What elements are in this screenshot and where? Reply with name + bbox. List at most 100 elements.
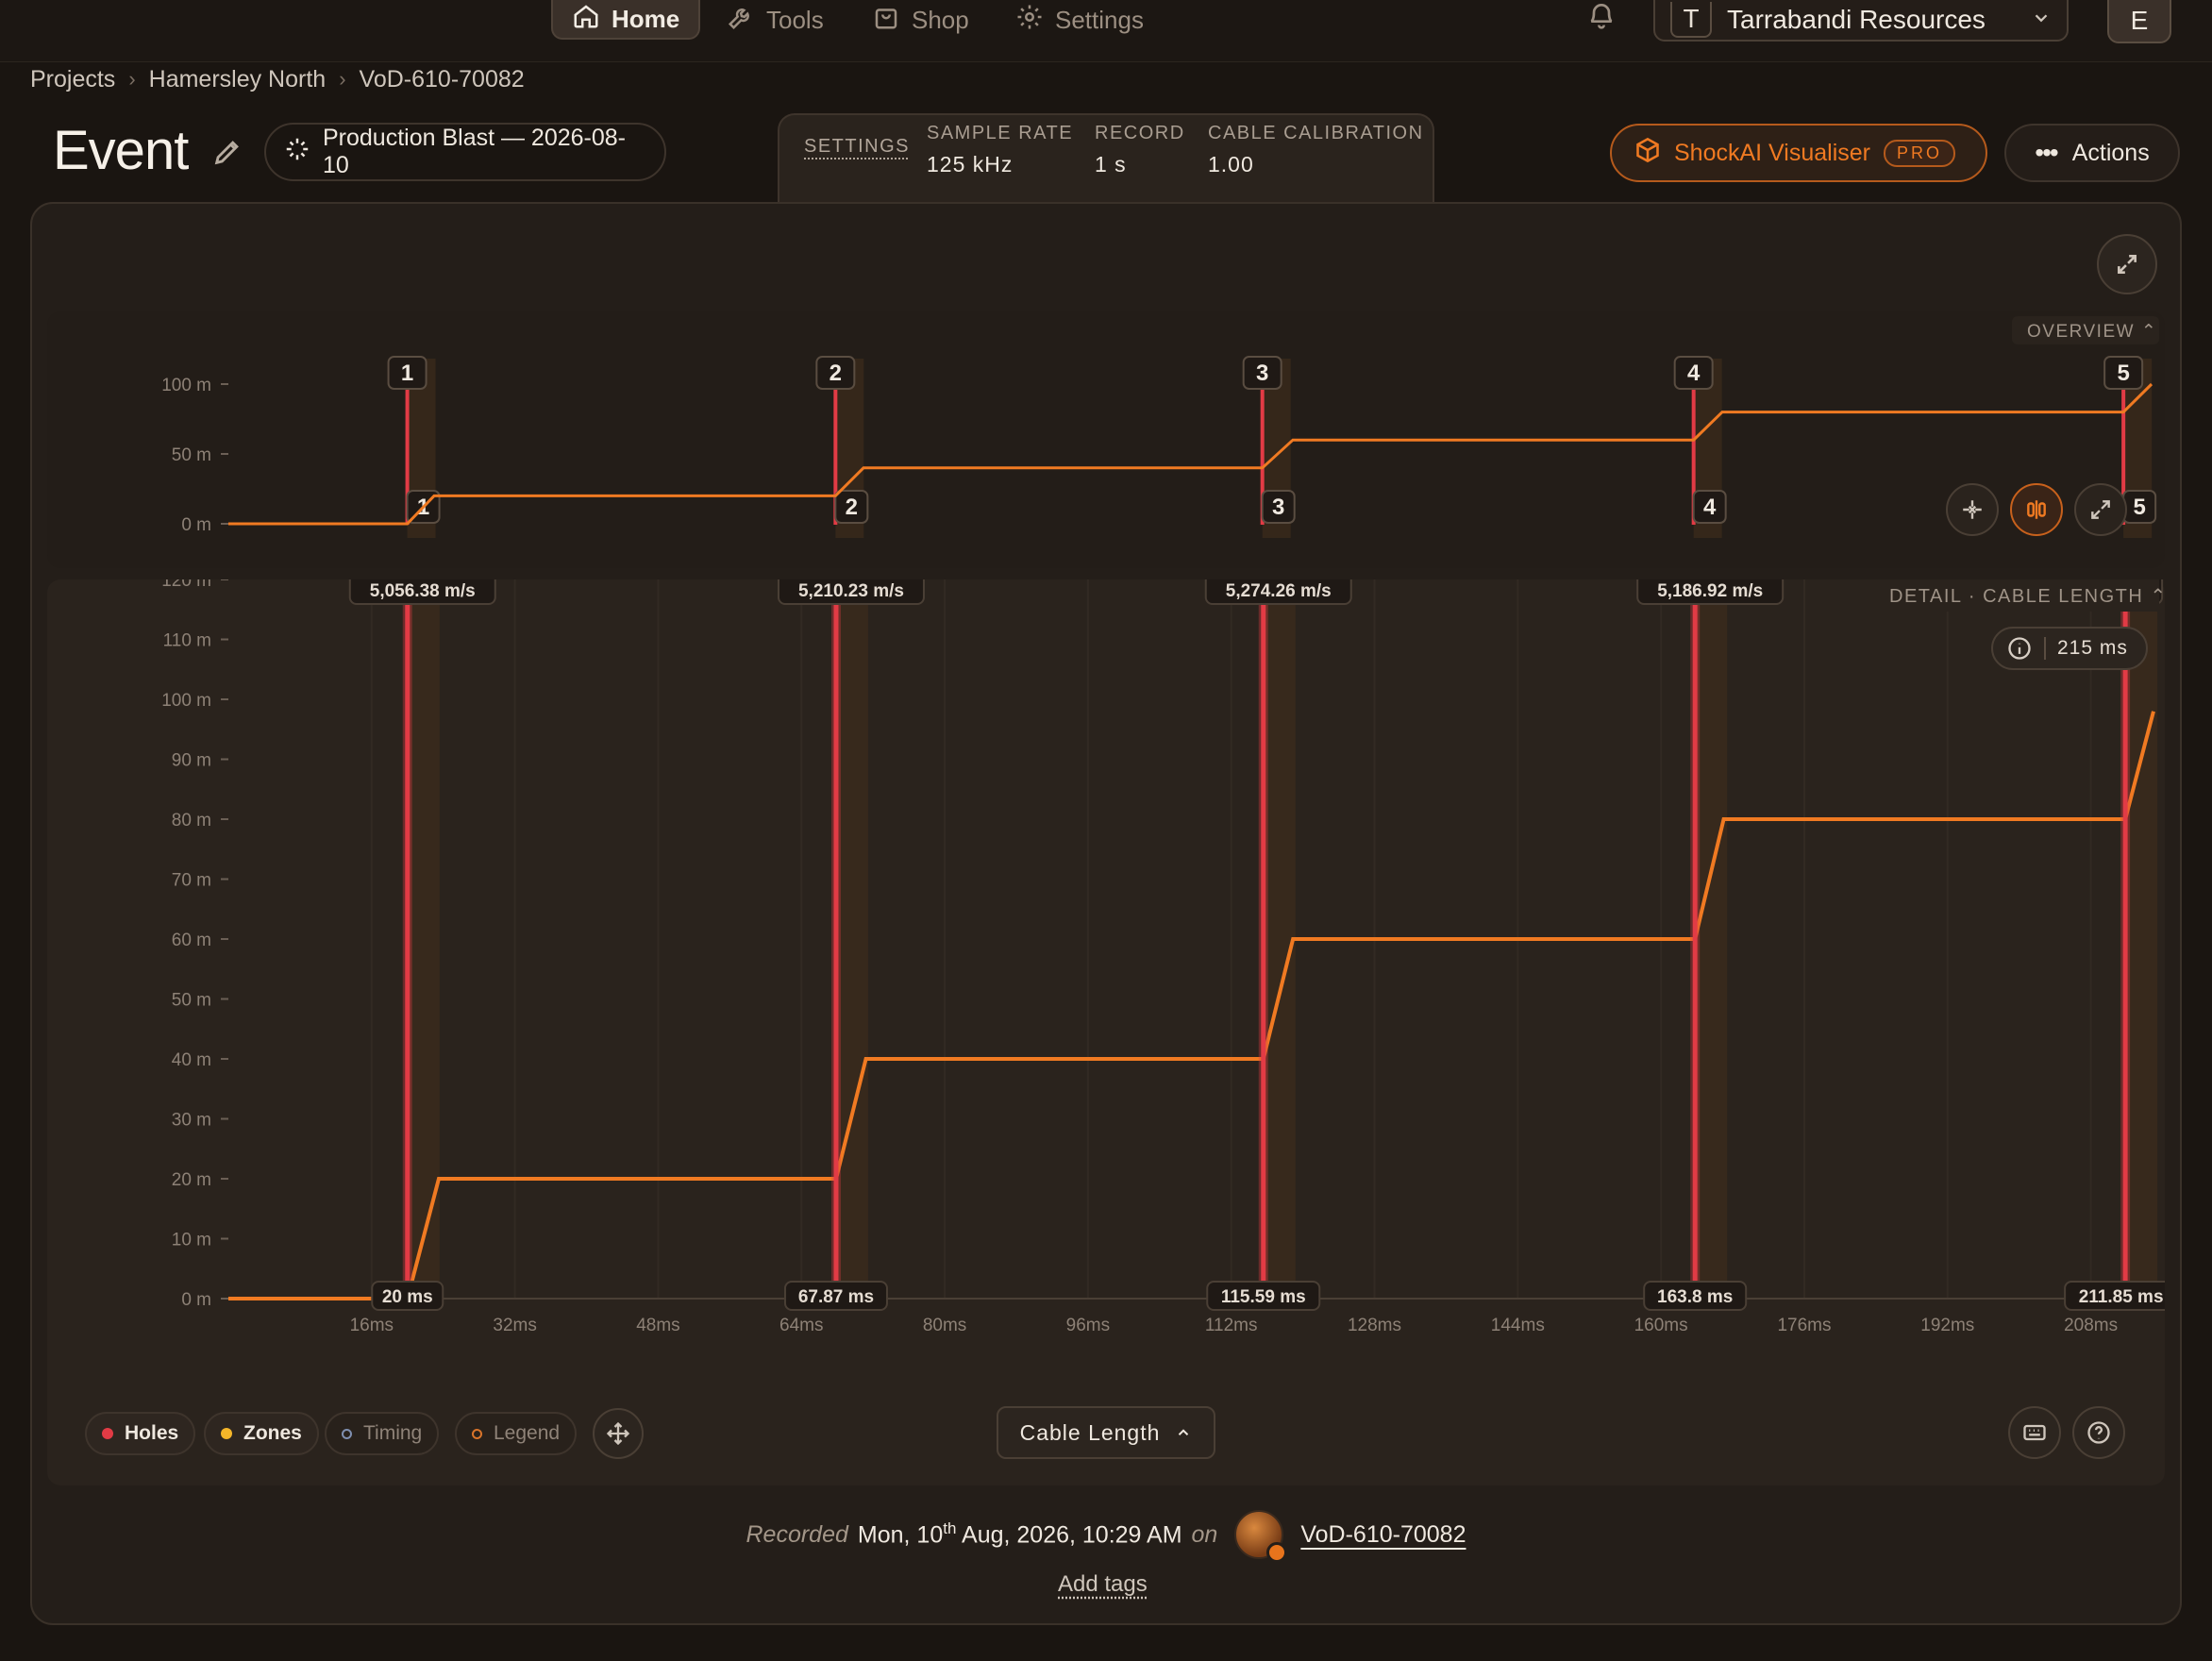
help-circle-icon (2087, 1421, 2110, 1444)
holes-dot (102, 1428, 113, 1439)
notifications-bell-icon[interactable] (1586, 0, 1617, 30)
shopping-bag-icon (872, 3, 900, 38)
x-tick-label: 144ms (1491, 1316, 1545, 1335)
recorded-info: Recorded Mon, 10th Aug, 2026, 10:29 AM o… (0, 1508, 2212, 1563)
shockai-label: ShockAI Visualiser (1674, 139, 1870, 166)
y-tick-label: 80 m (172, 811, 211, 830)
nav-settings-label: Settings (1055, 5, 1144, 34)
legend-label: Legend (494, 1422, 561, 1444)
hole-top-label: 5 (2117, 361, 2129, 386)
y-tick-label: 50 m (172, 991, 211, 1011)
legend-zones-toggle[interactable]: Zones (204, 1412, 319, 1455)
y-tick-label: 100 m (161, 376, 211, 395)
settings-panel[interactable]: SETTINGS SAMPLE RATE 125 kHz RECORD 1 s … (778, 113, 1434, 204)
legend-holes-toggle[interactable]: Holes (85, 1412, 196, 1455)
org-name: Tarrabandi Resources (1727, 5, 1986, 34)
setting-sample-rate: SAMPLE RATE 125 kHz (927, 123, 1073, 177)
hole-time-label: 163.8 ms (1657, 1287, 1733, 1307)
setting-value: 125 kHz (927, 152, 1014, 176)
settings-label[interactable]: SETTINGS (804, 136, 910, 158)
setting-cable-calibration: CABLE CALIBRATION 1.00 (1208, 123, 1424, 177)
sparkle-icon (283, 135, 311, 170)
user-avatar[interactable]: E (2107, 0, 2171, 43)
event-type-selector[interactable]: Production Blast — 2026-08-10 (264, 123, 666, 181)
pencil-icon[interactable] (211, 136, 243, 168)
setting-key: CABLE CALIBRATION (1208, 123, 1424, 143)
expand-icon (2091, 500, 2110, 519)
expand-overview-button[interactable] (2074, 483, 2127, 536)
y-tick-label: 10 m (172, 1231, 211, 1250)
on-label: on (1191, 1520, 1218, 1548)
hole-top-label: 2 (830, 361, 842, 386)
overview-label: OVERVIEW ⌃ (2027, 322, 2157, 342)
hole-time-label: 211.85 ms (2079, 1287, 2164, 1307)
velocity-label: 5,186.92 m/s (1657, 581, 1763, 601)
home-icon (572, 2, 600, 37)
y-tick-label: 50 m (172, 445, 211, 465)
x-tick-label: 96ms (1066, 1316, 1110, 1335)
velocity-label: 5,274.26 m/s (1226, 581, 1332, 601)
legend-dot (472, 1428, 482, 1439)
hole-time-label: 20 ms (382, 1287, 433, 1307)
timing-window-chip[interactable]: 215 ms (1991, 627, 2148, 670)
fullscreen-button[interactable] (2097, 234, 2157, 294)
recorded-label: Recorded (746, 1520, 848, 1548)
add-tags-link[interactable]: Add tags (1058, 1571, 1148, 1598)
device-link[interactable]: VoD-610-70082 (1300, 1521, 1466, 1549)
overview-chart[interactable]: OVERVIEW ⌃0 m50 m100 m 1122334455 (47, 311, 2165, 568)
detail-chart[interactable]: 16ms 32ms 48ms 64ms 80ms 96ms 112ms 128ms 144ms 1… (47, 571, 2179, 1485)
setting-value: 1 s (1095, 152, 1127, 176)
legend-label: Holes (125, 1422, 179, 1444)
chevron-right-icon: › (128, 67, 136, 91)
nav-settings[interactable]: Settings (1015, 0, 1144, 40)
more-dots-icon: ••• (2035, 138, 2058, 167)
x-tick-label: 32ms (493, 1316, 536, 1335)
y-tick-label: 120 m (161, 579, 211, 591)
zone-band (835, 598, 868, 1299)
breadcrumb-project[interactable]: Hamersley North (149, 66, 327, 93)
actions-label: Actions (2071, 139, 2150, 166)
nav-home-label: Home (612, 4, 680, 33)
shockai-visualiser-button[interactable]: ShockAI Visualiser PRO (1610, 124, 1987, 182)
y-tick-label: 100 m (161, 691, 211, 711)
x-tick-label: 16ms (350, 1316, 394, 1335)
nav-home[interactable]: Home (551, 0, 701, 40)
legend-legend-toggle[interactable]: Legend (455, 1412, 578, 1455)
split-columns-icon (2027, 500, 2046, 519)
x-tick-label: 112ms (1205, 1316, 1258, 1335)
x-tick-label: 64ms (779, 1316, 823, 1335)
info-icon (2008, 637, 2031, 660)
breadcrumb-event[interactable]: VoD-610-70082 (360, 66, 525, 93)
organization-switcher[interactable]: T Tarrabandi Resources (1653, 0, 2069, 42)
nav-shop[interactable]: Shop (872, 0, 969, 40)
keyboard-shortcuts-button[interactable] (2008, 1406, 2061, 1459)
detail-label: DETAIL · CABLE LENGTH ⌃ (1889, 586, 2165, 607)
actions-button[interactable]: ••• Actions (2004, 124, 2180, 182)
org-avatar: T (1670, 2, 1712, 38)
keyboard-icon (2023, 1424, 2046, 1441)
x-tick-label: 160ms (1634, 1316, 1688, 1335)
metric-selector[interactable]: Cable Length (997, 1406, 1215, 1459)
y-tick-label: 70 m (172, 871, 211, 891)
zone-band (2125, 598, 2158, 1299)
y-tick-label: 90 m (172, 751, 211, 771)
recorded-date: Mon, 10th Aug, 2026, 10:29 AM (857, 1519, 1182, 1549)
event-type-label: Production Blast — 2026-08-10 (323, 125, 627, 178)
split-view-toggle[interactable] (2010, 483, 2063, 536)
zones-dot (221, 1428, 232, 1439)
help-button[interactable] (2072, 1406, 2125, 1459)
recenter-button[interactable] (593, 1408, 644, 1459)
nav-tools[interactable]: Tools (727, 0, 824, 40)
legend-timing-toggle[interactable]: Timing (325, 1412, 440, 1455)
legend-label: Timing (363, 1422, 423, 1444)
cube-icon (1634, 137, 1661, 170)
cable-length-line (228, 711, 2155, 1300)
x-tick-label: 128ms (1348, 1316, 1401, 1335)
breadcrumb-projects[interactable]: Projects (30, 66, 115, 93)
reset-zoom-button[interactable] (1946, 483, 1999, 536)
x-tick-label: 80ms (923, 1316, 966, 1335)
y-tick-label: 20 m (172, 1170, 211, 1190)
x-tick-label: 192ms (1920, 1316, 1974, 1335)
x-tick-label: 176ms (1777, 1316, 1831, 1335)
hole-time-label: 67.87 ms (798, 1287, 874, 1307)
